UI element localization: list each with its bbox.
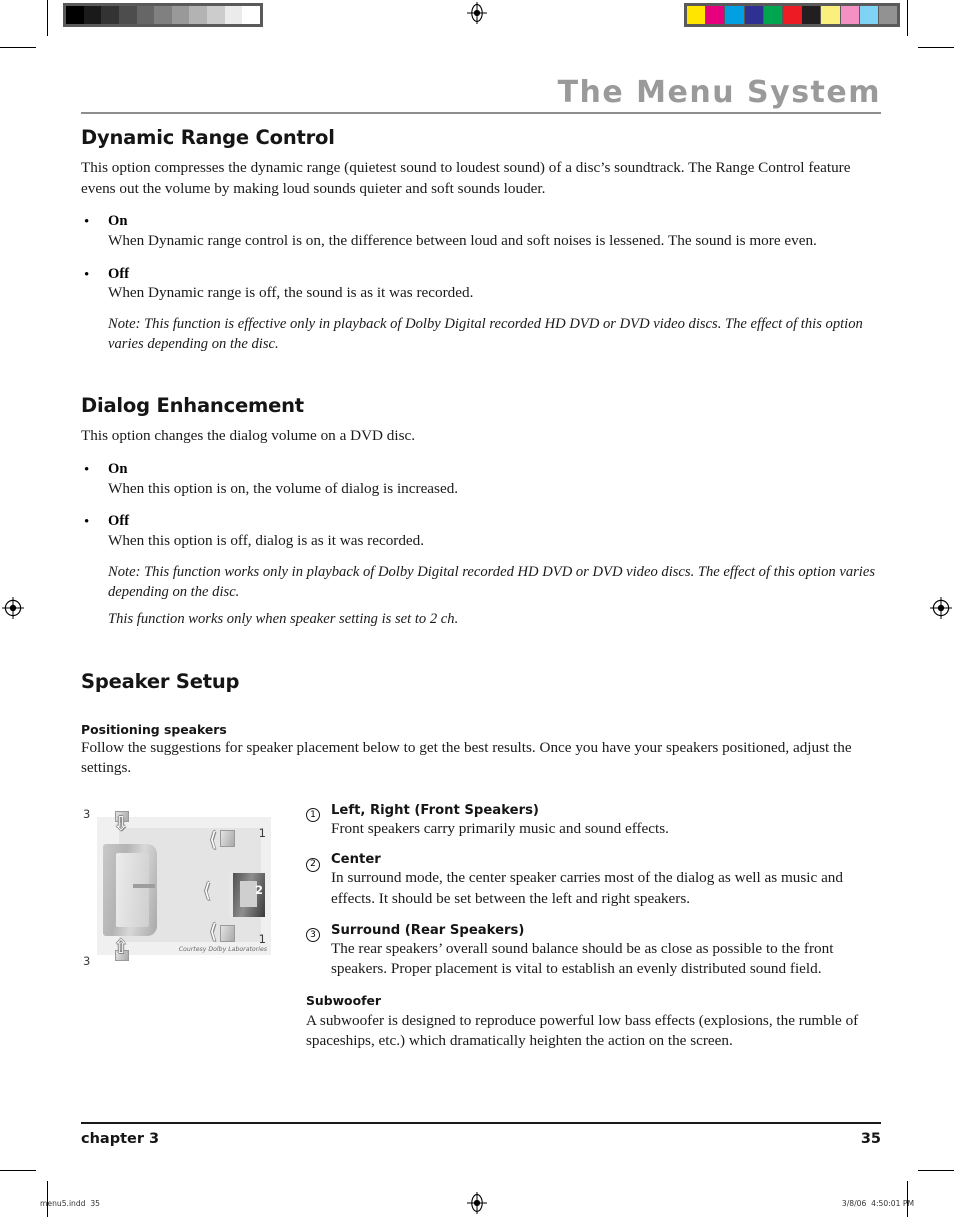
arrow-left-icon: ⟨ [209,828,217,851]
subheading-subwoofer: Subwoofer [306,992,381,1008]
subwoofer-block: Subwoofer A subwoofer is designed to rep… [306,993,881,1052]
page-body: The Menu System Dynamic Range Control Th… [81,0,881,1217]
arrow-left-icon: ⟨ [209,920,217,943]
diagram-label-rear-bottom: 3 [83,953,91,968]
bullet-content: On When Dynamic range control is on, the… [108,212,881,251]
diagram-label-center: 2 [254,882,263,897]
number-badge-label: 1 [306,808,320,823]
note-block-dialog: Note: This function works only in playba… [81,563,881,630]
bullet-marker: • [84,461,90,478]
bullet-content: Off When this option is off, dialog is a… [108,512,881,551]
section-intro-dialog-enhancement: This option changes the dialog volume on… [81,427,416,445]
note-block-dynamic-range: Note: This function is effective only in… [81,315,881,354]
speaker-placement-diagram: 3 3 ⟨ ⟨ ⟨ ⇩ ⇧ 1 1 2 Courtesy Dolby Labor… [81,803,271,968]
page-content: Dynamic Range Control This option compre… [81,126,881,1052]
speaker-role-content: Surround (Rear Speakers) The rear speake… [331,923,881,980]
front-speaker-icon [220,924,235,942]
bullet-content: Off When Dynamic range is off, the sound… [108,265,881,304]
diagram-courtesy-credit: Courtesy Dolby Laboratories [178,945,267,953]
crop-mark-top-right-vertical [907,0,908,36]
speaker-role-title: Left, Right (Front Speakers) [331,802,539,818]
footer-rule [81,1122,881,1124]
diagram-label-rear-top: 3 [83,806,91,821]
number-badge-label: 2 [306,857,320,872]
crop-mark-top-left-horizontal [0,47,36,48]
arrow-up-icon: ⇧ [113,936,129,958]
bullet-marker: • [84,266,90,283]
print-file-name: menu5.indd [40,1199,86,1208]
number-badge: 1 [306,803,331,840]
section-heading-dynamic-range-control: Dynamic Range Control [81,126,335,149]
speaker-role-title: Center [331,852,381,868]
footer-chapter-label: chapter 3 [81,1131,160,1147]
speaker-placement-area: 3 3 ⟨ ⟨ ⟨ ⇩ ⇧ 1 1 2 Courtesy Dolby Labor… [81,803,881,1052]
note-text-secondary: This function works only when speaker se… [108,611,459,628]
bullet-term: Off [108,265,130,282]
speaker-role-item-surround: 3 Surround (Rear Speakers) The rear spea… [306,923,881,980]
number-badge: 3 [306,923,331,980]
section-heading-dialog-enhancement: Dialog Enhancement [81,394,304,418]
bullet-text: When this option is on, the volume of di… [108,479,459,497]
bullet-marker: • [84,214,90,231]
diagram-label-front-top: 1 [258,825,266,840]
crop-mark-top-left-vertical [47,0,48,36]
bullet-term: On [108,213,128,230]
speaker-roles-list: 1 Left, Right (Front Speakers) Front spe… [271,803,881,1052]
speaker-role-content: Center In surround mode, the center spea… [331,852,881,909]
front-speaker-icon [220,829,235,847]
diagram-label-front-bottom: 1 [258,931,266,946]
note-text: Note: This function is effective only in… [108,316,863,352]
sofa-shape-icon [103,843,157,936]
color-swatch [878,6,898,24]
section-intro-dynamic-range-control: This option compresses the dynamic range… [81,159,851,197]
bullet-content: On When this option is on, the volume of… [108,460,881,499]
diagram-room-outer: ⟨ ⟨ ⟨ ⇩ ⇧ 1 1 2 Courtesy Dolby Laborator… [97,810,271,961]
speaker-role-item-front: 1 Left, Right (Front Speakers) Front spe… [306,803,881,840]
subheading-positioning-speakers: Positioning speakers [81,721,227,737]
page-footer: chapter 3 35 [81,1131,881,1147]
speaker-role-content: Left, Right (Front Speakers) Front speak… [331,803,881,840]
registration-mark-left [2,597,24,619]
speaker-role-text: In surround mode, the center speaker car… [331,869,843,907]
bullet-item-on-dialog: • On When this option is on, the volume … [81,460,881,499]
crop-mark-bottom-right-horizontal [918,1170,954,1171]
arrow-down-icon: ⇩ [113,813,129,835]
bullet-item-off-dynamic-range: • Off When Dynamic range is off, the sou… [81,265,881,304]
speaker-role-title: Surround (Rear Speakers) [331,922,525,938]
arrow-left-icon: ⟨ [203,879,211,902]
bullet-marker: • [84,514,90,531]
crop-mark-top-right-horizontal [918,47,954,48]
bullet-item-on-dynamic-range: • On When Dynamic range control is on, t… [81,212,881,251]
bullet-text: When this option is off, dialog is as it… [108,532,425,550]
bullet-term: Off [108,513,130,530]
speaker-role-item-center: 2 Center In surround mode, the center sp… [306,852,881,909]
crop-mark-bottom-left-horizontal [0,1170,36,1171]
footer-page-number: 35 [860,1131,881,1147]
bullet-term: On [108,460,128,477]
number-badge: 2 [306,852,331,909]
bullet-text: When Dynamic range control is on, the di… [108,232,817,249]
speaker-role-text: Front speakers carry primarily music and… [331,819,669,837]
positioning-speakers-intro: Follow the suggestions for speaker place… [81,738,852,777]
note-text: Note: This function works only in playba… [108,563,876,600]
section-heading-speaker-setup: Speaker Setup [81,669,240,693]
page-header-title: The Menu System [557,75,881,110]
subwoofer-text: A subwoofer is designed to reproduce pow… [306,1011,859,1050]
header-rule [81,112,881,114]
registration-mark-right [930,597,952,619]
number-badge-label: 3 [306,928,320,942]
heading-spacer [81,702,881,722]
speaker-role-text: The rear speakers’ overall sound balance… [331,939,834,978]
bullet-item-off-dialog: • Off When this option is off, dialog is… [81,512,881,551]
bullet-text: When Dynamic range is off, the sound is … [108,284,474,302]
